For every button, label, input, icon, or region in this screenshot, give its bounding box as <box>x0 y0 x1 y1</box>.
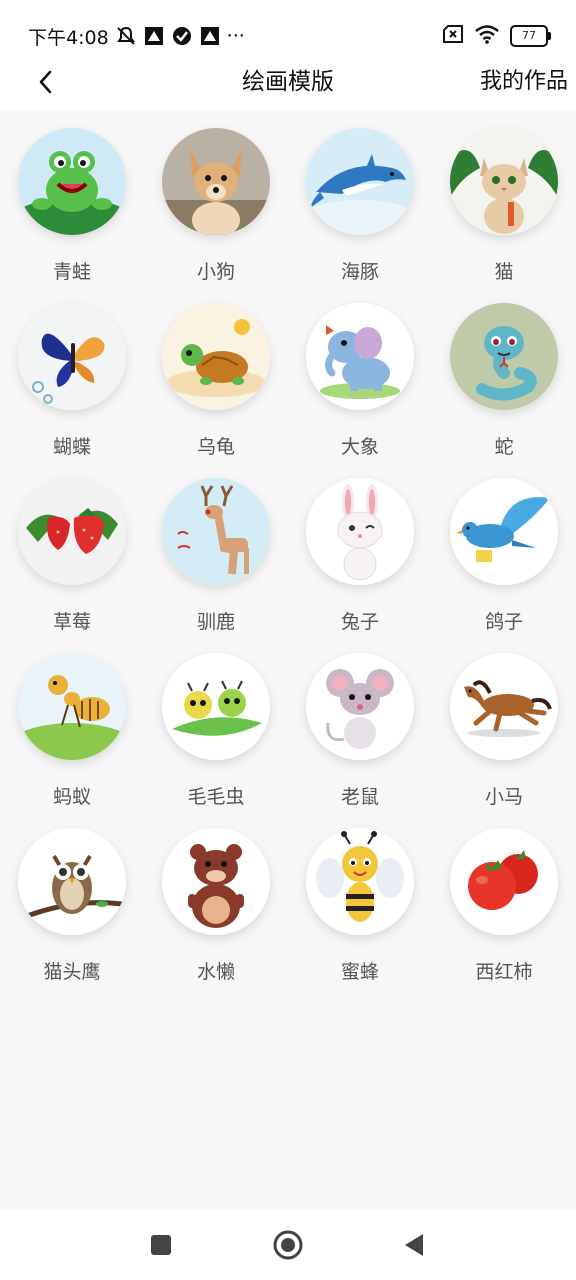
template-label: 老鼠 <box>340 786 379 808</box>
template-label: 青蛙 <box>52 261 91 283</box>
circle-home-icon <box>273 1230 303 1260</box>
template-item-snake[interactable]: 蛇 <box>432 285 576 460</box>
template-item-mouse[interactable]: 老鼠 <box>288 635 432 810</box>
template-item-dolphin[interactable]: 海豚 <box>288 110 432 285</box>
template-label: 兔子 <box>340 611 379 633</box>
template-label: 蛇 <box>494 436 514 458</box>
template-item-tomato[interactable]: 西红柿 <box>432 810 576 985</box>
battery-icon: 77 <box>510 25 551 47</box>
status-more: ··· <box>226 25 245 47</box>
template-label: 大象 <box>340 436 379 458</box>
butterfly-icon <box>18 303 126 410</box>
recents-button[interactable] <box>144 1228 178 1262</box>
my-works-button[interactable]: 我的作品 <box>480 64 568 100</box>
template-item-pigeon[interactable]: 鸽子 <box>432 460 576 635</box>
template-label: 乌龟 <box>196 436 235 458</box>
frog-icon <box>18 128 126 235</box>
template-label: 蚂蚁 <box>52 786 91 808</box>
template-item-bee[interactable]: 蜜蜂 <box>288 810 432 985</box>
mute-bell-icon <box>115 25 137 47</box>
sim-error-icon <box>442 25 464 47</box>
template-item-caterpillar[interactable]: 毛毛虫 <box>144 635 288 810</box>
template-label: 驯鹿 <box>196 611 235 633</box>
snake-icon <box>450 303 558 410</box>
owl-icon <box>18 828 126 935</box>
template-item-turtle[interactable]: 乌龟 <box>144 285 288 460</box>
template-item-ant[interactable]: 蚂蚁 <box>0 635 144 810</box>
ant-icon <box>18 653 126 760</box>
mouse-icon <box>306 653 414 760</box>
strawberry-icon <box>18 478 126 585</box>
template-item-butterfly[interactable]: 蝴蝶 <box>0 285 144 460</box>
rabbit-icon <box>306 478 414 585</box>
template-grid: 青蛙 小狗 海豚 猫 蝴蝶 乌龟 大象 蛇 草莓 驯鹿 兔子 鸽子 蚂蚁 毛毛虫… <box>0 110 576 985</box>
template-label: 蜜蜂 <box>340 961 379 983</box>
tomato-icon <box>450 828 558 935</box>
template-item-elephant[interactable]: 大象 <box>288 285 432 460</box>
template-label: 小马 <box>484 786 523 808</box>
horse-icon <box>450 653 558 760</box>
app-notification-icon <box>143 25 165 47</box>
template-item-cat[interactable]: 猫 <box>432 110 576 285</box>
template-item-rabbit[interactable]: 兔子 <box>288 460 432 635</box>
template-label: 鸽子 <box>484 611 523 633</box>
template-item-frog[interactable]: 青蛙 <box>0 110 144 285</box>
pigeon-icon <box>450 478 558 585</box>
template-label: 西红柿 <box>475 961 533 983</box>
template-label: 蝴蝶 <box>52 436 91 458</box>
template-label: 毛毛虫 <box>187 786 245 808</box>
template-label: 猫 <box>494 261 514 283</box>
square-recents-icon <box>151 1235 171 1255</box>
triangle-back-icon <box>405 1234 423 1256</box>
template-item-strawberry[interactable]: 草莓 <box>0 460 144 635</box>
template-item-owl[interactable]: 猫头鹰 <box>0 810 144 985</box>
elephant-icon <box>306 303 414 410</box>
template-item-dog[interactable]: 小狗 <box>144 110 288 285</box>
template-label: 猫头鹰 <box>43 961 101 983</box>
wifi-icon <box>474 24 500 48</box>
status-time: 下午4:08 <box>28 26 109 49</box>
cat-icon <box>450 128 558 235</box>
template-item-horse[interactable]: 小马 <box>432 635 576 810</box>
template-label: 海豚 <box>340 261 379 283</box>
dolphin-icon <box>306 128 414 235</box>
turtle-icon <box>162 303 270 410</box>
check-circle-icon <box>171 25 193 47</box>
back-nav-button[interactable] <box>396 1228 430 1262</box>
template-label: 小狗 <box>196 261 235 283</box>
caterpillar-icon <box>162 653 270 760</box>
reindeer-icon <box>162 478 270 585</box>
template-item-otter[interactable]: 水懒 <box>144 810 288 985</box>
app-header: 绘画模版 我的作品 <box>0 58 576 110</box>
home-button[interactable] <box>271 1228 305 1262</box>
dog-icon <box>162 128 270 235</box>
template-label: 草莓 <box>52 611 91 633</box>
template-item-reindeer[interactable]: 驯鹿 <box>144 460 288 635</box>
system-nav-bar <box>0 1210 576 1280</box>
otter-icon <box>162 828 270 935</box>
status-right: 77 <box>442 22 551 50</box>
template-label: 水懒 <box>196 961 235 983</box>
status-left: 下午4:08 ··· <box>28 22 245 50</box>
status-bar: 下午4:08 ··· 77 <box>0 0 576 58</box>
bee-icon <box>306 828 414 935</box>
app-notification-icon <box>199 25 221 47</box>
